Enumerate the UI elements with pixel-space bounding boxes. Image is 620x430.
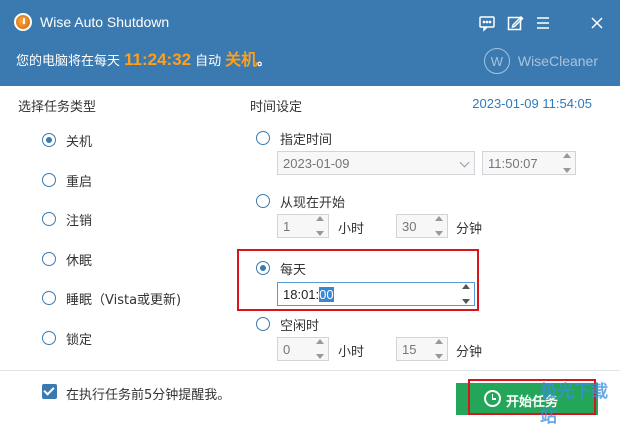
radio-lock[interactable]	[42, 331, 56, 345]
date-picker[interactable]: 2023-01-09	[277, 151, 475, 175]
from-now-hours-value: 1	[283, 218, 291, 234]
spin-down-icon[interactable]	[435, 231, 443, 236]
banner-action: 关机	[225, 50, 258, 69]
radio-label-logoff: 注销	[66, 214, 93, 229]
edit-icon[interactable]	[504, 12, 526, 34]
idle-minutes-value: 15	[402, 341, 417, 357]
spin-buttons[interactable]	[314, 216, 326, 236]
radio-sleep[interactable]	[42, 291, 56, 305]
radio-logoff[interactable]	[42, 212, 56, 226]
schedule-banner: 您的电脑将在每天 11:24:32 自动 关机 。	[16, 46, 270, 76]
radio-idle[interactable]	[256, 317, 270, 331]
minutes-unit: 分钟	[456, 222, 483, 237]
feedback-icon[interactable]	[476, 12, 498, 34]
spin-buttons[interactable]	[314, 339, 326, 359]
remind-checkbox[interactable]	[42, 384, 57, 399]
title-bar: Wise Auto Shutdown	[0, 0, 620, 44]
spin-up-icon[interactable]	[435, 339, 443, 344]
spin-down-icon[interactable]	[563, 168, 571, 173]
radio-restart[interactable]	[42, 173, 56, 187]
app-logo-icon	[14, 13, 32, 31]
menu-icon[interactable]	[532, 12, 554, 34]
hours-unit: 小时	[338, 345, 365, 360]
from-now-minutes-value: 30	[402, 218, 417, 234]
radio-hibernate[interactable]	[42, 252, 56, 266]
spin-up-icon[interactable]	[316, 216, 324, 221]
radio-shutdown[interactable]	[42, 133, 56, 147]
time-settings-title: 时间设定	[250, 100, 303, 115]
banner-suffix: 。	[257, 54, 271, 69]
spin-down-icon[interactable]	[316, 354, 324, 359]
specified-time-stepper[interactable]: 11:50:07	[482, 151, 576, 175]
radio-label-specified-time: 指定时间	[280, 133, 333, 148]
specified-time-value: 11:50:07	[488, 155, 538, 171]
brand-logo: W WiseCleaner	[483, 48, 598, 74]
radio-from-now[interactable]	[256, 194, 270, 208]
remind-label: 在执行任务前5分钟提醒我。	[66, 388, 231, 403]
date-value: 2023-01-09	[283, 155, 350, 171]
banner-middle: 自动	[195, 54, 222, 69]
radio-label-sleep: 睡眠（Vista或更新)	[66, 293, 182, 308]
app-title: Wise Auto Shutdown	[40, 14, 170, 30]
banner-time: 11:24:32	[124, 50, 192, 69]
watermark: 极光下载站	[540, 382, 608, 426]
spin-buttons[interactable]	[433, 216, 445, 236]
divider	[0, 370, 620, 371]
header: Wise Auto Shutdown 您的电脑将在每天 11:24:32 自动 …	[0, 0, 620, 86]
spin-buttons[interactable]	[561, 153, 573, 173]
brand-name: WiseCleaner	[517, 53, 598, 69]
radio-label-shutdown: 关机	[66, 135, 93, 150]
radio-label-from-now: 从现在开始	[280, 196, 346, 211]
spin-up-icon[interactable]	[435, 216, 443, 221]
radio-label-hibernate: 休眠	[66, 254, 93, 269]
banner-prefix: 您的电脑将在每天	[16, 54, 121, 69]
hours-unit: 小时	[338, 222, 365, 237]
highlight-box	[237, 249, 479, 311]
task-type-title: 选择任务类型	[18, 100, 97, 115]
current-datetime: 2023-01-09 11:54:05	[472, 96, 592, 111]
spin-down-icon[interactable]	[435, 354, 443, 359]
radio-label-idle: 空闲时	[280, 319, 320, 334]
idle-hours-value: 0	[283, 341, 291, 357]
from-now-minutes-stepper[interactable]: 30	[396, 214, 448, 238]
radio-label-restart: 重启	[66, 175, 93, 190]
idle-minutes-stepper[interactable]: 15	[396, 337, 448, 361]
spin-up-icon[interactable]	[563, 153, 571, 158]
radio-label-lock: 锁定	[66, 333, 93, 348]
close-icon[interactable]	[586, 12, 608, 34]
radio-specified-time[interactable]	[256, 131, 270, 145]
spin-up-icon[interactable]	[316, 339, 324, 344]
spin-buttons[interactable]	[433, 339, 445, 359]
spin-down-icon[interactable]	[316, 231, 324, 236]
idle-hours-stepper[interactable]: 0	[277, 337, 329, 361]
chevron-down-icon[interactable]	[459, 157, 470, 168]
minutes-unit: 分钟	[456, 345, 483, 360]
brand-mark: W	[483, 48, 510, 74]
from-now-hours-stepper[interactable]: 1	[277, 214, 329, 238]
